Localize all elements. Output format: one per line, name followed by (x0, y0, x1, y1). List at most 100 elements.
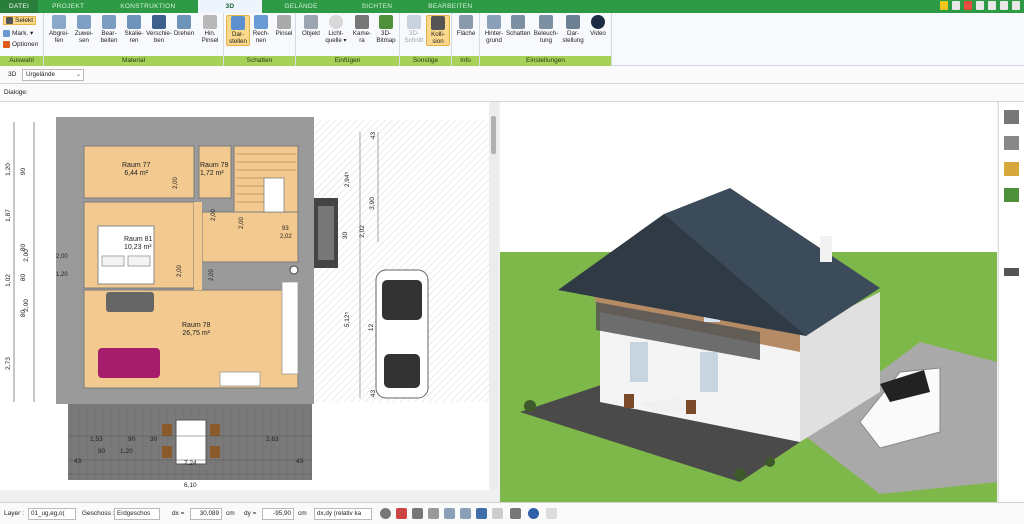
tab-bearbeiten[interactable]: BEARBEITEN (414, 0, 486, 13)
close-icon[interactable] (1012, 1, 1020, 10)
dy-input[interactable]: -95,90 (262, 508, 294, 520)
snap-icon[interactable] (428, 508, 439, 519)
brush-icon (203, 15, 217, 29)
bearbeiten-button[interactable]: Bear-beiten (97, 15, 121, 44)
ortho-icon[interactable] (460, 508, 471, 519)
quick-access-icon[interactable] (940, 1, 948, 10)
section-cut-icon (407, 15, 421, 29)
skalieren-button[interactable]: Skalie-ren (122, 15, 146, 44)
grid-icon[interactable] (510, 508, 521, 519)
group-label-einstellungen: Einstellungen (480, 56, 611, 66)
mark-button[interactable]: Mark. ▾ (3, 29, 33, 37)
hin-pinsel-button[interactable]: Hin. Pinsel (198, 15, 222, 44)
dim-text: 6,10 (184, 482, 197, 489)
tree-icon[interactable] (1004, 188, 1019, 202)
chevron-down-icon: ⌄ (75, 71, 81, 78)
door-label: 2,00 (210, 209, 217, 221)
door-label: 2,00 (56, 254, 68, 260)
minimize-icon[interactable] (988, 1, 996, 10)
brush-icon (277, 15, 291, 29)
group-schatten: Dar-stellen Rech-nen Pinsel Schatten (224, 13, 296, 66)
house-shadow-icon (511, 15, 525, 29)
kamera-button[interactable]: Kame-ra (350, 15, 374, 44)
group-info: Fläche Info (452, 13, 480, 66)
tab-gelaende[interactable]: GELÄNDE (262, 0, 339, 13)
geschoss-select[interactable]: Erdgeschos (114, 508, 160, 520)
3d-house-render (500, 102, 997, 502)
plus-icon (3, 41, 10, 48)
schnitt-3d-button[interactable]: 3D- Schnitt (402, 15, 426, 44)
drehen-button[interactable]: Drehen (172, 15, 196, 37)
group-label-auswahl: Auswahl (0, 56, 43, 66)
dialog-bar: Dialoge: (0, 84, 1024, 102)
bitmap-3d-button[interactable]: 3D- Bitmap (374, 15, 398, 44)
darstellen-button[interactable]: Dar-stellen (226, 15, 250, 46)
layer-select[interactable]: 01_ug,eg,o( (28, 508, 76, 520)
maximize-icon[interactable] (1000, 1, 1008, 10)
group-label-material: Material (44, 56, 223, 66)
layer-view-icon[interactable] (476, 508, 487, 519)
options-button[interactable]: Optionen (3, 41, 38, 48)
objekt-button[interactable]: Objekt (299, 15, 323, 37)
abgreifen-button[interactable]: Abgrei-fen (47, 15, 71, 44)
play-icon (591, 15, 605, 29)
select-button[interactable]: Selekt (3, 16, 37, 25)
settings-icon[interactable] (546, 508, 557, 519)
floor-plan-view[interactable]: Raum 77 6,44 m² Raum 79 1,72 m² Raum 81 10,… (0, 102, 498, 490)
tab-sichten[interactable]: SICHTEN (340, 0, 415, 13)
help-icon[interactable] (976, 1, 984, 10)
video-button[interactable]: Video (586, 15, 610, 37)
dx-input[interactable]: 30,089 (190, 508, 222, 520)
lichtquelle-button[interactable]: Licht-quelle ▾ (324, 15, 348, 44)
group-sonstige: 3D- Schnitt Kolli-sion Sonstige (400, 13, 452, 66)
pinsel-button[interactable]: Pinsel (272, 15, 296, 37)
dim-text: 90 (20, 167, 28, 176)
dy-label: dy = (244, 510, 257, 517)
terrain-select[interactable]: Urgelände ⌄ (22, 69, 84, 81)
group-label-sonstige: Sonstige (400, 56, 451, 66)
kollision-button[interactable]: Kolli-sion (426, 15, 450, 46)
material-palette-icon[interactable] (1004, 162, 1019, 176)
house-light-icon (539, 15, 553, 29)
panel-menu-icon[interactable] (1004, 268, 1019, 276)
darstellung-button[interactable]: Dar-stellung (561, 15, 585, 44)
snap-point-icon[interactable] (528, 508, 539, 519)
room-label-77: Raum 77 6,44 m² (122, 162, 151, 177)
angle-icon[interactable] (444, 508, 455, 519)
3d-view[interactable] (500, 102, 997, 502)
rechnen-button[interactable]: Rech-nen (249, 15, 273, 44)
zuweisen-button[interactable]: Zuwei-sen (72, 15, 96, 44)
settings-icon[interactable] (952, 1, 960, 10)
view-icon[interactable] (412, 508, 423, 519)
schatten-settings-button[interactable]: Schatten (506, 15, 530, 37)
scrollbar-thumb[interactable] (491, 116, 496, 154)
coordinate-mode-select[interactable]: dx,dy (relativ ka (314, 508, 372, 520)
area-icon (459, 15, 473, 29)
tab-3d[interactable]: 3D (197, 0, 263, 13)
beleuchtung-button[interactable]: Beleuch-tung (532, 15, 560, 44)
dim-text: 80 (98, 448, 106, 455)
rotate-icon (177, 15, 191, 29)
dim-text: 43 (74, 458, 82, 465)
edit-material-icon (102, 15, 116, 29)
group-einfuegen: Objekt Licht-quelle ▾ Kame-ra 3D- Bitmap … (296, 13, 400, 66)
dim-text: 1,20 (4, 163, 12, 176)
dim-text: 30 (342, 231, 350, 240)
tab-projekt[interactable]: PROJEKT (38, 0, 98, 13)
camera-icon (355, 15, 369, 29)
clock-icon[interactable] (380, 508, 391, 519)
hintergrund-button[interactable]: Hinter-grund (482, 15, 506, 44)
layers-icon[interactable] (1004, 110, 1019, 124)
flaeche-button[interactable]: Fläche (454, 15, 478, 37)
tab-konstruktion[interactable]: KONSTRUKTION (98, 0, 197, 13)
verschieben-button[interactable]: Verschie-ben (146, 15, 172, 44)
chair-icon[interactable] (1004, 136, 1019, 150)
tab-datei[interactable]: DATEI (0, 0, 39, 13)
window-controls (940, 1, 1020, 10)
plan-scrollbar[interactable] (489, 102, 498, 490)
dx-unit: cm (226, 510, 235, 517)
geschoss-label: Geschoss : (82, 510, 115, 517)
close-project-icon[interactable] (964, 1, 972, 10)
monitor-icon[interactable] (396, 508, 407, 519)
sheet-icon[interactable] (492, 508, 503, 519)
